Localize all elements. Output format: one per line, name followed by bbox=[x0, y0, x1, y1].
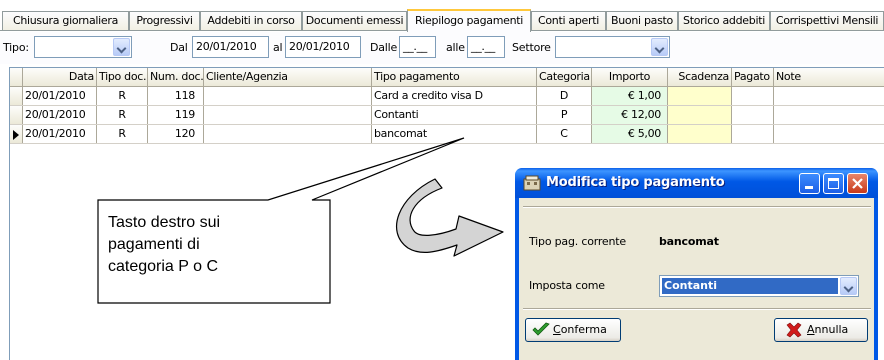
close-button[interactable] bbox=[847, 173, 868, 194]
checkmark-icon bbox=[532, 322, 550, 336]
close-icon bbox=[852, 178, 863, 189]
minimize-button[interactable] bbox=[799, 173, 820, 194]
chevron-down-icon[interactable] bbox=[840, 277, 857, 295]
confirm-button[interactable]: Conferma bbox=[525, 318, 621, 342]
curved-arrow-icon bbox=[396, 178, 504, 257]
x-icon bbox=[786, 322, 802, 338]
current-type-value: bancomat bbox=[659, 235, 719, 248]
dialog-body: Tipo pag. corrente bancomat Imposta come… bbox=[519, 198, 874, 360]
current-type-label: Tipo pag. corrente bbox=[529, 235, 626, 248]
divider bbox=[523, 206, 871, 208]
maximize-button[interactable] bbox=[823, 173, 844, 194]
set-as-label: Imposta come bbox=[529, 279, 605, 292]
window-icon bbox=[523, 175, 541, 191]
callout-line-1: Tasto destro sui bbox=[108, 214, 221, 231]
dialog-title: Modifica tipo pagamento bbox=[546, 175, 725, 190]
modifica-tipo-pagamento-dialog: Modifica tipo pagamento Tipo pag. corren… bbox=[515, 168, 878, 360]
set-as-select[interactable]: Contanti bbox=[659, 275, 859, 297]
dialog-title-bar[interactable]: Modifica tipo pagamento bbox=[515, 168, 878, 198]
cancel-button[interactable]: Annulla bbox=[774, 318, 868, 342]
set-as-value: Contanti bbox=[662, 278, 838, 294]
confirm-label: Conferma bbox=[553, 323, 607, 336]
callout-text: Tasto destro sui pagamenti di categoria … bbox=[108, 212, 298, 278]
divider bbox=[523, 308, 871, 310]
callout-line-2: pagamenti di bbox=[108, 236, 200, 253]
minimize-icon bbox=[805, 186, 813, 189]
callout-line-3: categoria P o C bbox=[108, 258, 218, 275]
cancel-label: Annulla bbox=[807, 323, 849, 336]
tab-riepilogo-pagamenti[interactable]: Riepilogo pagamenti bbox=[407, 9, 531, 32]
maximize-icon bbox=[828, 178, 839, 189]
